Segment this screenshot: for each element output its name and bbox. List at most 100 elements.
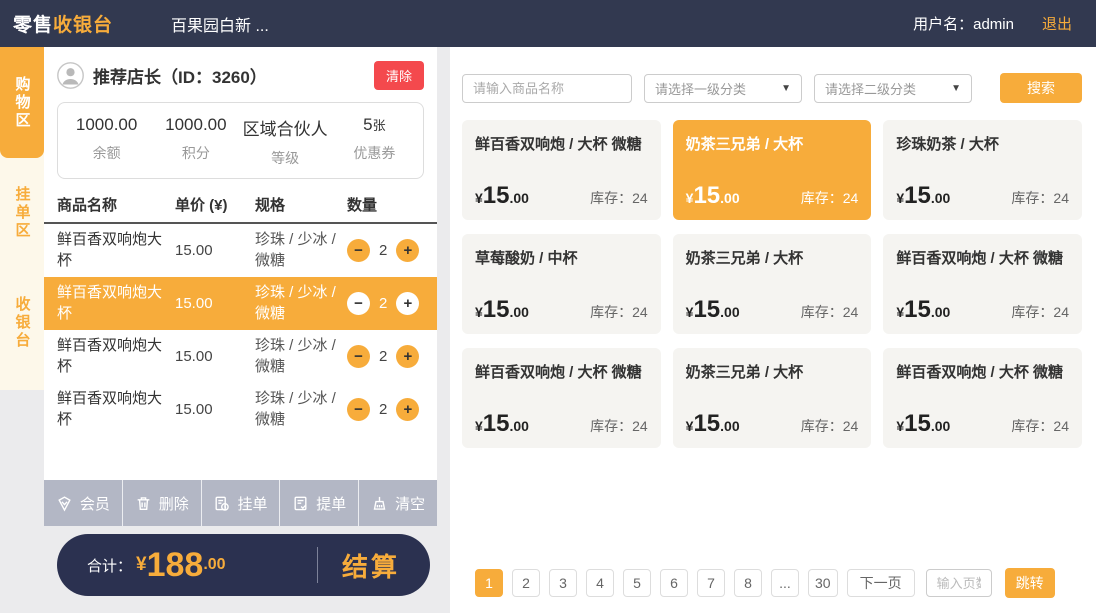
plus-button[interactable] [396,398,419,421]
sidebar-tab-cashier[interactable]: 收银台 [0,268,44,378]
product-card[interactable]: 鲜百香双响炮 / 大杯 微糖 ¥15.00 库存：24 [883,348,1082,448]
member-button[interactable]: 会员 [44,480,123,526]
minus-button[interactable] [347,398,370,421]
checkout-button[interactable]: 结算 [318,547,404,584]
product-name-input[interactable] [462,74,632,103]
price-dec: .00 [510,190,529,206]
product-bottom: ¥15.00 库存：24 [475,182,648,210]
product-name: 奶茶三兄弟 / 大杯 [686,360,859,410]
price-int: 15 [693,296,720,324]
clear-customer-button[interactable]: 清除 [374,61,424,90]
stat-points-value: 1000.00 [151,115,240,135]
cart-item-name: 鲜百香双响炮大杯 [57,230,175,271]
logout-button[interactable]: 退出 [1042,13,1072,34]
total-label: 合计： [87,555,132,576]
product-card[interactable]: 鲜百香双响炮 / 大杯 微糖 ¥15.00 库存：24 [462,120,661,220]
minus-button[interactable] [347,239,370,262]
product-grid: 鲜百香双响炮 / 大杯 微糖 ¥15.00 库存：24 奶茶三兄弟 / 大杯 ¥… [462,120,1082,448]
page-button-1[interactable]: 1 [475,569,503,597]
product-stock: 库存：24 [801,416,859,436]
page-button-6[interactable]: 6 [660,569,688,597]
cart-action-bar: 会员 删除 挂单 提单 清空 [44,480,437,526]
stat-coupons-value: 5张 [330,115,419,135]
stat-coupons-label: 优惠券 [330,143,419,163]
cart-item-price: 15.00 [175,401,255,418]
store-name: 百果园白新 ... [171,12,269,36]
page-button-4[interactable]: 4 [586,569,614,597]
page-button-7[interactable]: 7 [697,569,725,597]
plus-button[interactable] [396,292,419,315]
product-card[interactable]: 奶茶三兄弟 / 大杯 ¥15.00 库存：24 [673,234,872,334]
product-bottom: ¥15.00 库存：24 [475,410,648,438]
page-button-2[interactable]: 2 [512,569,540,597]
product-name: 鲜百香双响炮 / 大杯 微糖 [896,246,1069,296]
product-card[interactable]: 鲜百香双响炮 / 大杯 微糖 ¥15.00 库存：24 [462,348,661,448]
product-bottom: ¥15.00 库存：24 [896,182,1069,210]
jump-button[interactable]: 跳转 [1005,568,1055,598]
product-card-selected[interactable]: 奶茶三兄弟 / 大杯 ¥15.00 库存：24 [673,120,872,220]
page-button-5[interactable]: 5 [623,569,651,597]
cart-row-selected[interactable]: 鲜百香双响炮大杯 15.00 珍珠 / 少冰 / 微糖 2 [44,277,437,330]
chevron-down-icon [781,83,791,94]
brand-suffix: 收银台 [53,15,113,36]
stat-level-label: 等级 [241,148,330,168]
price-int: 15 [483,296,510,324]
category1-select[interactable]: 请选择一级分类 [644,74,802,103]
member-label: 会员 [80,493,110,514]
stat-coupons-suffix: 张 [373,118,386,133]
price-int: 15 [904,296,931,324]
product-stock: 库存：24 [1011,302,1069,322]
total-currency: ¥ [136,554,147,576]
customer-name: 推荐店长（ID：3260） [93,63,267,88]
sidebar-tab-held-orders[interactable]: 挂单区 [0,158,44,268]
product-card[interactable]: 珍珠奶茶 / 大杯 ¥15.00 库存：24 [883,120,1082,220]
product-card[interactable]: 奶茶三兄弟 / 大杯 ¥15.00 库存：24 [673,348,872,448]
product-card[interactable]: 草莓酸奶 / 中杯 ¥15.00 库存：24 [462,234,661,334]
vip-icon [56,495,73,512]
page-button-3[interactable]: 3 [549,569,577,597]
price-currency: ¥ [686,190,694,206]
plus-button[interactable] [396,345,419,368]
next-page-button[interactable]: 下一页 [847,569,915,597]
cart-row[interactable]: 鲜百香双响炮大杯 15.00 珍珠 / 少冰 / 微糖 2 [44,224,437,277]
cart-item-price: 15.00 [175,295,255,312]
pickup-order-icon [292,495,309,512]
hold-order-button[interactable]: 挂单 [202,480,281,526]
price-dec: .00 [510,304,529,320]
pickup-order-button[interactable]: 提单 [280,480,359,526]
page-ellipsis[interactable]: ... [771,569,799,597]
category2-select[interactable]: 请选择二级分类 [814,74,972,103]
price-dec: .00 [720,190,739,206]
minus-button[interactable] [347,345,370,368]
sidebar: 购物区 挂单区 收银台 [0,47,44,390]
search-button[interactable]: 搜索 [1000,73,1082,103]
clear-cart-button[interactable]: 清空 [359,480,437,526]
price-currency: ¥ [475,190,483,206]
cart-row[interactable]: 鲜百香双响炮大杯 15.00 珍珠 / 少冰 / 微糖 2 [44,330,437,383]
hold-order-icon [213,495,230,512]
price-int: 15 [483,182,510,210]
product-name: 鲜百香双响炮 / 大杯 微糖 [475,132,648,182]
page-button-30[interactable]: 30 [808,569,838,597]
product-stock: 库存：24 [801,188,859,208]
product-panel: 请选择一级分类 请选择二级分类 搜索 鲜百香双响炮 / 大杯 微糖 ¥15.00… [450,47,1096,613]
page-number-input[interactable] [926,569,992,597]
product-name: 草莓酸奶 / 中杯 [475,246,648,296]
cart-item-price: 15.00 [175,242,255,259]
sidebar-tab-shopping[interactable]: 购物区 [0,47,44,158]
product-card[interactable]: 鲜百香双响炮 / 大杯 微糖 ¥15.00 库存：24 [883,234,1082,334]
cart-item-name: 鲜百香双响炮大杯 [57,336,175,377]
cart-row[interactable]: 鲜百香双响炮大杯 15.00 珍珠 / 少冰 / 微糖 2 [44,383,437,436]
total-decimals: .00 [203,556,225,574]
product-name: 珍珠奶茶 / 大杯 [896,132,1069,182]
plus-button[interactable] [396,239,419,262]
product-bottom: ¥15.00 库存：24 [475,296,648,324]
stat-balance-value: 1000.00 [62,115,151,135]
product-bottom: ¥15.00 库存：24 [686,410,859,438]
page-button-8[interactable]: 8 [734,569,762,597]
cart-item-qty: 2 [347,345,424,368]
minus-button[interactable] [347,292,370,315]
col-spec: 规格 [255,194,347,215]
product-bottom: ¥15.00 库存：24 [896,296,1069,324]
delete-button[interactable]: 删除 [123,480,202,526]
